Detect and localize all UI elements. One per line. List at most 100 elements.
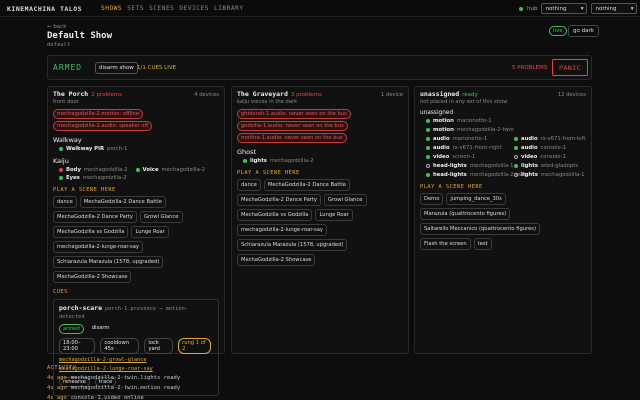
scene-button[interactable]: MechaGodzilla vs Godzilla (237, 209, 313, 221)
hub-select-1[interactable]: nothing ▾ (541, 3, 588, 14)
problems-link[interactable]: 5 PROBLEMS (512, 65, 547, 71)
armed-status: ARMED (53, 63, 83, 72)
scenes-section-label: PLAY A SCENE HERE (237, 170, 300, 176)
scene-button[interactable]: Flash the screen (420, 238, 471, 250)
device-item[interactable]: motion mechagodzilla-2-twin (426, 127, 514, 133)
back-link[interactable]: ← back (47, 24, 66, 30)
device-id: console-1 (540, 145, 567, 151)
activity-time: 4s ago (47, 385, 67, 391)
page-subtitle: default (47, 42, 71, 48)
device-name: motion (433, 127, 454, 133)
scene-button[interactable]: Schiarazula Marazula (1578, upgraded) (237, 239, 348, 251)
device-name: audio (521, 136, 538, 142)
device-item[interactable]: Body mechagodzilla-2 (59, 167, 128, 173)
rung-chip: rung 1 of 2 (178, 338, 211, 354)
chevron-down-icon: ▾ (580, 5, 584, 12)
nav-library[interactable]: LIBRARY (214, 5, 244, 12)
set-title: The Graveyard (237, 90, 288, 98)
nav-shows[interactable]: SHOWS (101, 5, 122, 12)
group-name: Kaiju (53, 157, 69, 165)
device-item[interactable]: lights mechagodzilla-1 (514, 172, 585, 178)
hub-label: hub (527, 5, 538, 12)
ok-status-icon (514, 146, 518, 150)
set-title: unassigned (420, 90, 460, 98)
disarm-cue-button[interactable]: disarm (89, 324, 113, 334)
scenes-section-label: PLAY A SCENE HERE (53, 187, 116, 193)
idle-status-icon (514, 155, 518, 159)
error-badge: mechagodzilla-2.audio: speaker off (53, 121, 153, 131)
device-name: audio (521, 145, 538, 151)
device-item[interactable]: lights wled-gladopts (514, 163, 578, 169)
device-item[interactable]: audio console-1 (514, 145, 566, 151)
ok-status-icon (426, 173, 430, 177)
cooldown-chip: cooldown 45s (100, 338, 140, 354)
scene-button[interactable]: Growl Glance (139, 211, 183, 223)
scene-button[interactable]: dance (53, 196, 77, 208)
scenes-section-label: PLAY A SCENE HERE (420, 184, 483, 190)
nav-devices[interactable]: DEVICES (179, 5, 209, 12)
activity-text: mechagodzilla-2-twin.motion ready (70, 385, 181, 391)
device-item[interactable]: audio rx-v671-front-right (426, 145, 506, 151)
scene-button[interactable]: mechagodzilla-2-lunge-roar-say (53, 241, 143, 253)
disarm-show-button[interactable]: disarm show (95, 62, 138, 74)
scene-button[interactable]: MechaGodzilla-2 Showcase (53, 271, 132, 283)
scene-button[interactable]: MechaGodzilla-2 Dance Party (53, 211, 137, 223)
ok-status-icon (426, 146, 430, 150)
activity-item: 4s ago mechagodzilla-2-twin.motion ready (47, 385, 592, 391)
scene-button[interactable]: Demo (420, 193, 444, 205)
go-dark-button[interactable]: go dark (568, 25, 599, 37)
activity-item: 4s ago console-1.video online (47, 395, 592, 400)
device-item[interactable]: head-lights mechagodzilla-2-twin (426, 172, 527, 178)
scene-button[interactable]: MechaGodzilla vs Godzilla (53, 226, 129, 238)
scene-button[interactable]: jumping_dance_30s (446, 193, 506, 205)
set-problems[interactable]: 2 problems (91, 92, 122, 98)
device-name: Walkway PIR (66, 146, 105, 152)
scene-list: dance MechaGodzilla-2 Dance Battle MechaGo… (237, 179, 403, 266)
error-badge: ghidorah-1.audio: never seen on the bus (237, 109, 351, 119)
device-item[interactable]: video screen-1 (426, 154, 506, 160)
device-id: marionette-1 (452, 136, 488, 142)
error-badge: mechagodzilla-2.motion: offline (53, 109, 144, 119)
hub-select-2[interactable]: nothing ▾ (591, 3, 638, 14)
panic-button[interactable]: PANIC (552, 59, 588, 76)
group-name: unassigned (420, 110, 454, 116)
page-title: Default Show (47, 31, 113, 41)
scene-button[interactable]: mechagodzilla-2-lunge-roar-say (237, 224, 327, 236)
device-id: mechagodzilla-2 (269, 158, 314, 164)
scene-button[interactable]: Growl Glance (323, 194, 367, 206)
set-problems[interactable]: 3 problems (291, 92, 322, 98)
device-item[interactable]: audio marionette-1 (426, 136, 506, 142)
nav-sets[interactable]: SETS (127, 5, 144, 12)
scene-button[interactable]: Lunge Roar (131, 226, 169, 238)
device-item[interactable]: audio rx-v671-from-left (514, 136, 586, 142)
hub-select-1-value: nothing (545, 5, 567, 12)
scene-button[interactable]: MechaGodzilla-2 Showcase (237, 254, 316, 266)
ok-status-icon (59, 176, 63, 180)
device-item[interactable]: Walkway PIR porch-1 (59, 146, 127, 152)
error-badge: mothra-1.audio: never seen on the bus (237, 133, 347, 143)
scene-button[interactable]: Marazula (quattrocento figures) (420, 208, 511, 220)
scene-button[interactable]: Schiarazula Marazula (1578, upgraded) (53, 256, 164, 268)
device-item[interactable]: lights mechagodzilla-2 (243, 158, 314, 164)
device-item[interactable]: Eyes mechagodzilla-2 (59, 175, 126, 181)
hub-status-icon (519, 6, 523, 11)
device-item[interactable]: Voice mechagodzilla-2 (135, 167, 205, 173)
activity-time: 4s ago (47, 375, 67, 381)
device-item[interactable]: video console-1 (514, 154, 566, 160)
main-nav: SHOWS SETS SCENES DEVICES LIBRARY (101, 5, 244, 12)
device-name: head-lights (433, 163, 467, 169)
scene-button[interactable]: Lunge Roar (315, 209, 353, 221)
scene-button[interactable]: MechaGodzilla-2 Dance Battle (263, 179, 350, 191)
ok-status-icon (426, 119, 430, 123)
cue-scene-link[interactable]: mechagodzilla-2-growl-glance (59, 357, 213, 363)
device-id: mechagodzilla-1 (469, 163, 514, 169)
scene-button[interactable]: Saltarello Meccanico (quattrocento figur… (420, 223, 541, 235)
scene-button[interactable]: MechaGodzilla-2 Dance Battle (79, 196, 166, 208)
scene-button[interactable]: test (473, 238, 492, 250)
device-item[interactable]: head-lights mechagodzilla-1 (426, 163, 513, 169)
device-item[interactable]: motion marionette-1 (426, 118, 506, 124)
scene-button[interactable]: dance (237, 179, 261, 191)
nav-scenes[interactable]: SCENES (149, 5, 174, 12)
scene-button[interactable]: MechaGodzilla-2 Dance Party (237, 194, 321, 206)
set-card-graveyard: The Graveyard 3 problems 1 device kaiju v… (231, 86, 409, 354)
